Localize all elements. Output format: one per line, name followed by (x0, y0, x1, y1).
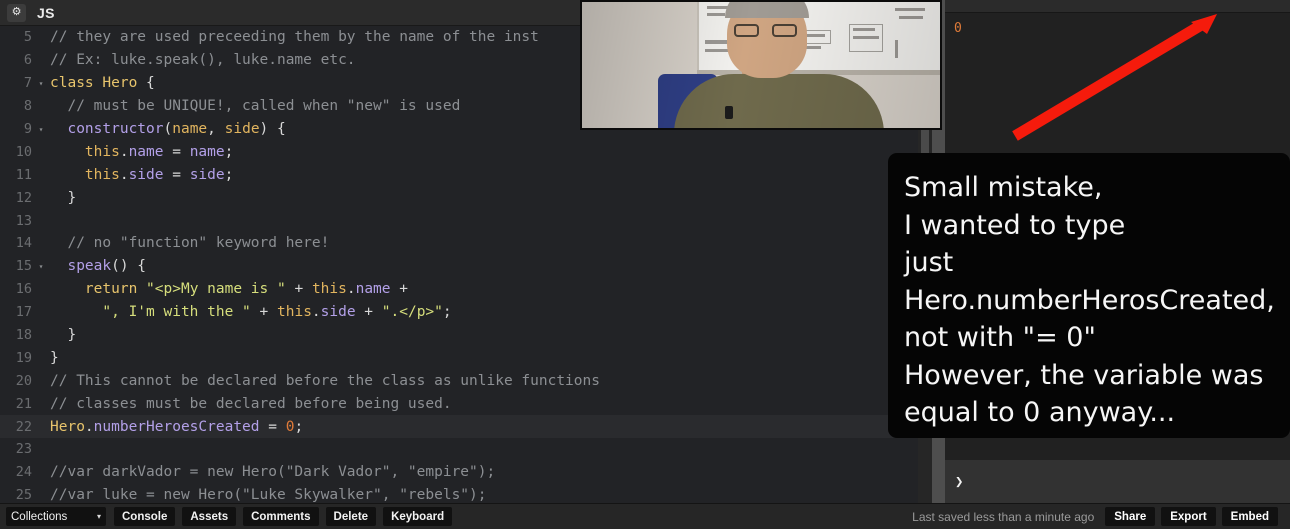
line-number: 10 (15, 143, 32, 160)
code-line[interactable]: 24 //var darkVador = new Hero("Dark Vador… (0, 461, 918, 484)
annotation-line: just (904, 247, 954, 278)
annotation-line: However, the variable was (904, 359, 1264, 391)
code-text: // This cannot be declared before the cl… (50, 372, 600, 389)
code-text: Hero.numberHeroesCreated = 0; (50, 418, 304, 435)
webcam-shading (582, 2, 940, 128)
toolbar-button-share[interactable]: Share (1105, 507, 1156, 526)
line-number: 24 (15, 464, 32, 481)
code-text: } (50, 189, 77, 206)
line-number: 19 (15, 349, 32, 366)
code-text: ", I'm with the " + this.side + ".</p>"; (50, 304, 452, 321)
fold-toggle-icon[interactable]: ▾ (36, 125, 46, 134)
toolbar-button-keyboard[interactable]: Keyboard (383, 507, 453, 526)
chevron-down-icon: ▾ (96, 512, 101, 521)
collections-label: Collections (11, 510, 68, 523)
fold-toggle-icon[interactable]: ▾ (36, 262, 46, 271)
code-text: } (50, 349, 59, 366)
annotation-line: equal to 0 anyway... (904, 397, 1176, 428)
toolbar-right-buttons: Share Export Embed (1105, 507, 1284, 526)
code-text: constructor(name, side) { (50, 121, 286, 137)
code-text: return "<p>My name is " + this.name + (50, 281, 408, 298)
line-number: 18 (15, 327, 32, 344)
toolbar-button-assets[interactable]: Assets (182, 507, 237, 526)
line-number: 22 (15, 418, 32, 435)
line-number: 9 (23, 121, 32, 137)
toolbar-button-delete[interactable]: Delete (325, 507, 377, 526)
toolbar-buttons: Console Assets Comments Delete Keyboard (114, 507, 459, 526)
code-line[interactable]: 12 } (0, 186, 918, 209)
line-number: 5 (23, 29, 32, 46)
code-text: // no "function" keyword here! (50, 235, 330, 252)
annotation-line: Small mistake, (904, 172, 1103, 203)
line-number: 11 (15, 166, 32, 183)
last-saved-status: Last saved less than a minute ago (912, 509, 1095, 524)
code-text: // they are used preceeding them by the … (50, 29, 539, 46)
code-line[interactable]: 16 return "<p>My name is " + this.name + (0, 278, 918, 301)
line-number: 15 (15, 258, 32, 275)
fold-toggle-icon[interactable]: ▾ (36, 79, 46, 88)
code-line[interactable]: 21 // classes must be declared before bei… (0, 392, 918, 415)
code-line[interactable]: 14 // no "function" keyword here! (0, 232, 918, 255)
code-line[interactable]: 22 Hero.numberHeroesCreated = 0; (0, 415, 918, 439)
line-number: 7 (23, 75, 32, 92)
bottom-toolbar: Collections ▾ Console Assets Comments Delet… (0, 503, 1290, 529)
line-number: 21 (15, 395, 32, 412)
gear-icon[interactable]: ⚙ (7, 3, 26, 22)
line-number: 16 (15, 281, 32, 298)
presenter-webcam-overlay (580, 0, 942, 130)
code-text: //var darkVador = new Hero("Dark Vador",… (50, 464, 496, 481)
code-text: // classes must be declared before being… (50, 395, 452, 412)
console-input[interactable]: ❯ (945, 460, 1290, 503)
code-line[interactable]: 23 (0, 438, 918, 461)
code-text: } (50, 327, 77, 344)
line-number: 20 (15, 372, 32, 389)
line-number: 23 (15, 441, 32, 458)
code-text: class Hero { (50, 75, 155, 92)
code-line[interactable]: 17 ", I'm with the " + this.side + ".</p… (0, 301, 918, 324)
code-line[interactable]: 15 ▾ speak() { (0, 255, 918, 278)
line-number: 13 (15, 212, 32, 229)
toolbar-button-export[interactable]: Export (1161, 507, 1216, 526)
chevron-right-icon: ❯ (955, 473, 964, 490)
toolbar-button-embed[interactable]: Embed (1221, 507, 1278, 526)
annotation-callout: Small mistake, I wanted to type just Her… (888, 153, 1290, 438)
code-text: // Ex: luke.speak(), luke.name etc. (50, 52, 356, 69)
code-line[interactable]: 20 // This cannot be declared before the … (0, 369, 918, 392)
editor-language-label: JS (37, 4, 55, 21)
code-line[interactable]: 25 //var luke = new Hero("Luke Skywalker"… (0, 484, 918, 503)
code-line[interactable]: 18 } (0, 324, 918, 347)
red-arrow-annotation (1012, 14, 1217, 141)
code-text: this.side = side; (50, 166, 234, 183)
code-text: //var luke = new Hero("Luke Skywalker", … (50, 487, 487, 503)
code-line[interactable]: 19} (0, 346, 918, 369)
codepen-editor-app: ⚙ JS 5 // they are used preceeding them b… (0, 0, 1290, 529)
code-text: this.name = name; (50, 143, 234, 160)
line-number: 6 (23, 52, 32, 69)
line-number: 8 (23, 98, 32, 115)
annotation-line: not with "= 0" (904, 322, 1096, 353)
line-number: 25 (15, 487, 32, 503)
annotation-line: Hero.numberHerosCreated, (904, 284, 1275, 316)
code-line[interactable]: 11 this.side = side; (0, 163, 918, 186)
code-line[interactable]: 10 this.name = name; (0, 140, 918, 163)
toolbar-button-console[interactable]: Console (114, 507, 176, 526)
toolbar-button-comments[interactable]: Comments (243, 507, 319, 526)
code-text: // must be UNIQUE!, called when "new" is… (50, 98, 461, 115)
line-number: 14 (15, 235, 32, 252)
code-text: speak() { (50, 258, 147, 275)
collections-dropdown[interactable]: Collections ▾ (6, 507, 106, 526)
annotation-line: I wanted to type (904, 209, 1126, 241)
code-line[interactable]: 13 (0, 209, 918, 232)
line-number: 12 (15, 189, 32, 206)
line-number: 17 (15, 304, 32, 321)
